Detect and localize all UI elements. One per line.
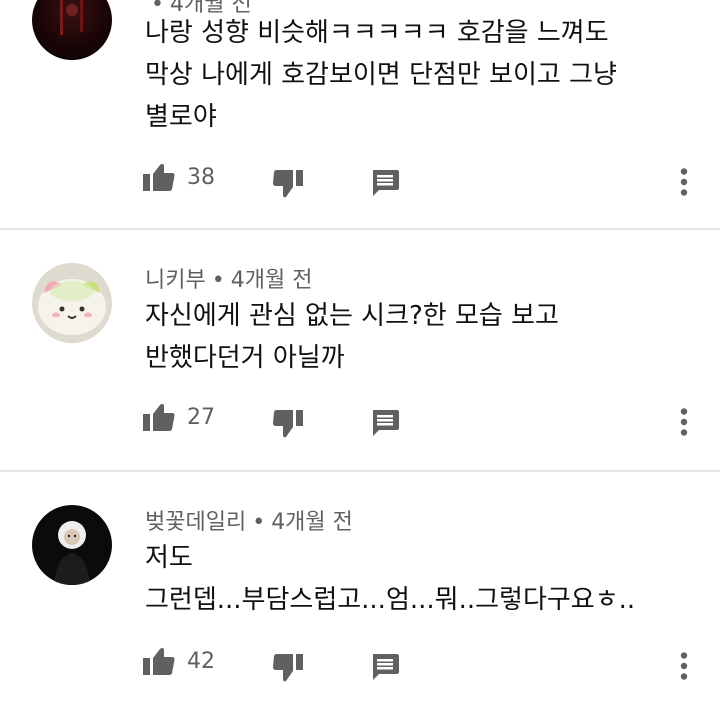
like-count: 42 xyxy=(187,648,215,674)
comment-text: 저도 그런뎁...부담스럽고...엄...뭐..그렇다구요ㅎ.. xyxy=(145,537,685,621)
comment-meta: 니키부 • 4개월 전 xyxy=(145,262,312,294)
more-vert-icon xyxy=(680,408,688,436)
comment-line: 반했다던거 아닐까 xyxy=(145,343,345,373)
comment-actions: 27 xyxy=(0,400,720,440)
reply-button[interactable] xyxy=(371,654,399,681)
thumb-up-icon xyxy=(143,647,175,675)
comment-line: 막상 나에게 호감보이면 단점만 보이고 그냥 xyxy=(145,60,617,90)
like-count: 38 xyxy=(187,164,215,190)
thumb-up-icon xyxy=(143,403,175,431)
thumb-down-icon xyxy=(273,410,303,438)
more-vert-icon xyxy=(680,652,688,680)
like-button[interactable]: 42 xyxy=(143,647,215,675)
dislike-button[interactable] xyxy=(273,654,303,682)
comment-text: 자신에게 관심 없는 시크?한 모습 보고 반했다던거 아닐까 xyxy=(145,295,685,379)
reply-button[interactable] xyxy=(371,170,399,197)
reply-comment-icon xyxy=(371,654,399,681)
like-count: 27 xyxy=(187,404,215,430)
thumb-down-icon xyxy=(273,170,303,198)
comment-actions: 42 xyxy=(0,644,720,684)
like-button[interactable]: 27 xyxy=(143,403,215,431)
comment-actions: 38 xyxy=(0,160,720,200)
like-button[interactable]: 38 xyxy=(143,163,215,191)
comment-3: 벚꽃데일리 • 4개월 전 저도 그런뎁...부담스럽고...엄...뭐..그렇다구… xyxy=(0,472,720,705)
reply-button[interactable] xyxy=(371,410,399,437)
reply-comment-icon xyxy=(371,410,399,437)
comment-text: 나랑 성향 비슷해ㅋㅋㅋㅋㅋ 호감을 느껴도 막상 나에게 호감보이면 단점만 … xyxy=(145,12,685,138)
thumb-up-icon xyxy=(143,163,175,191)
more-options-button[interactable] xyxy=(680,408,688,436)
thumb-down-icon xyxy=(273,654,303,682)
reply-comment-icon xyxy=(371,170,399,197)
comment-line: 자신에게 관심 없는 시크?한 모습 보고 xyxy=(145,301,559,331)
avatar[interactable] xyxy=(32,505,112,585)
comment-time: 4개월 전 xyxy=(271,510,353,535)
dislike-button[interactable] xyxy=(273,410,303,438)
more-options-button[interactable] xyxy=(680,652,688,680)
comment-1: • 4개월 전 나랑 성향 비슷해ㅋㅋㅋㅋㅋ 호감을 느껴도 막상 나에게 호감보… xyxy=(0,0,720,228)
author-name[interactable]: 니키부 xyxy=(145,268,206,293)
more-options-button[interactable] xyxy=(680,168,688,196)
dislike-button[interactable] xyxy=(273,170,303,198)
comment-meta: 벚꽃데일리 • 4개월 전 xyxy=(145,504,353,536)
more-vert-icon xyxy=(680,168,688,196)
avatar[interactable] xyxy=(32,263,112,343)
comment-line: 나랑 성향 비슷해ㅋㅋㅋㅋㅋ 호감을 느껴도 xyxy=(145,18,609,48)
comment-line: 그런뎁...부담스럽고...엄...뭐..그렇다구요ㅎ.. xyxy=(145,585,636,615)
author-name[interactable]: 벚꽃데일리 xyxy=(145,510,246,535)
avatar[interactable] xyxy=(32,0,112,60)
comment-2: 니키부 • 4개월 전 자신에게 관심 없는 시크?한 모습 보고 반했다던거 아닐… xyxy=(0,230,720,470)
meta-separator: • xyxy=(252,510,266,535)
comment-line: 별로야 xyxy=(145,102,217,132)
comment-time: 4개월 전 xyxy=(230,268,313,293)
comment-line: 저도 xyxy=(145,543,193,573)
meta-separator: • xyxy=(211,268,225,293)
